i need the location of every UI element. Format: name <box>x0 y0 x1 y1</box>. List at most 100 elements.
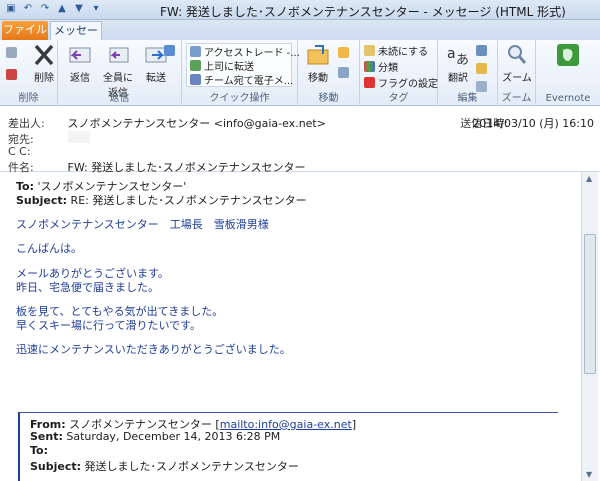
forwarded-header-block: From: スノボメンテナンスセンター [mailto:info@gaia-ex… <box>18 412 558 481</box>
delete-button[interactable]: 削除 <box>26 42 62 84</box>
group-quicksteps: アクセストレード -... 上司に転送 チーム宛て電子メ... クイック操作 <box>182 40 300 106</box>
fwd-subject-value: 発送しました･スノボメンテナンスセンター <box>84 460 299 473</box>
rules-icon <box>338 47 349 58</box>
quickstep-3[interactable]: チーム宛て電子メ... <box>190 73 294 87</box>
scrollbar-thumb[interactable] <box>584 234 596 374</box>
reply-button[interactable]: 返信 <box>62 42 98 84</box>
move-folder-icon <box>307 45 329 65</box>
rules-button[interactable] <box>338 46 349 59</box>
body-board-2: 早くスキー場に行って滑りたいです。 <box>16 319 202 332</box>
from-row: 差出人: スノボメンテナンスセンター <info@gaia-ex.net> <box>8 115 326 130</box>
translate-button[interactable]: aあ 翻訳 <box>440 42 476 84</box>
body-thanks-2: 昨日、宅急便で届きました。 <box>16 281 159 294</box>
message-header: 差出人: スノボメンテナンスセンター <info@gaia-ex.net> 送信… <box>0 106 600 174</box>
fwd-subject-line: Subject: 発送しました･スノボメンテナンスセンター <box>30 458 299 474</box>
up-arrow-icon[interactable]: ▲ <box>55 2 69 16</box>
evernote-elephant-icon <box>557 44 579 66</box>
reply-label: 返信 <box>70 73 90 84</box>
related-button[interactable] <box>476 62 487 75</box>
group-respond: 返信 全員に 返信 転送 返信 <box>58 40 182 106</box>
junk-button[interactable] <box>6 68 17 81</box>
from-value[interactable]: スノボメンテナンスセンター <info@gaia-ex.net> <box>68 117 326 130</box>
message-body[interactable]: To: 'スノボメンテナンスセンター' Subject: RE: 発送しました･… <box>8 172 578 481</box>
group-quicksteps-label: クイック操作 <box>209 93 270 104</box>
related-icon <box>476 63 487 74</box>
delete-x-icon <box>34 44 54 66</box>
mark-unread-icon <box>364 45 375 56</box>
sent-value: 2014/03/10 (月) 16:10 <box>472 117 594 130</box>
translate-icon: aあ <box>447 46 469 68</box>
redo-icon[interactable]: ↷ <box>38 2 52 16</box>
forward-label: 転送 <box>146 73 166 84</box>
quickstep-1-label: アクセストレード -... <box>204 48 300 59</box>
body-subject-label: Subject: <box>16 194 68 207</box>
group-move-label: 移動 <box>318 93 339 104</box>
undo-icon[interactable]: ↶ <box>21 2 35 16</box>
zoom-magnifier-icon <box>508 45 527 64</box>
find-binoculars-icon <box>476 45 487 56</box>
quickstep-3-label: チーム宛て電子メ... <box>204 76 294 87</box>
mark-unread-label: 未読にする <box>378 47 429 58</box>
followup-button[interactable]: フラグの設定 <box>364 76 438 90</box>
body-subject-value: RE: 発送しました･スノボメンテナンスセンター <box>70 194 307 207</box>
group-delete-label: 削除 <box>18 93 39 104</box>
fwd-to-line: To: <box>30 444 48 457</box>
meeting-button[interactable] <box>164 44 175 57</box>
reply-all-label-1: 全員に <box>103 73 133 84</box>
to-row: 宛先: <box>8 131 90 146</box>
body-hello: こんばんは。 <box>16 242 82 255</box>
actions-icon <box>338 67 349 78</box>
group-delete: 削除 削除 <box>0 40 58 106</box>
group-evernote-label: Evernote <box>545 93 591 104</box>
group-tags-label: タグ <box>388 93 409 104</box>
ribbon-tabs: ファイル メッセージ <box>0 20 600 55</box>
reply-icon <box>69 47 91 63</box>
title-bar: ▣ ↶ ↷ ▲ ▼ ▾ FW: 発送しました･スノボメンテナンスセンター - メ… <box>0 0 600 20</box>
group-evernote: Evernote <box>536 40 600 106</box>
categorize-label: 分類 <box>378 63 398 74</box>
save-icon[interactable]: ▣ <box>4 2 18 16</box>
group-editing: aあ 翻訳 編集 <box>438 40 498 106</box>
fwd-sent-line: Sent: Saturday, December 14, 2013 6:28 P… <box>30 430 280 443</box>
reply-all-icon <box>109 47 129 63</box>
junk-icon <box>6 69 17 80</box>
delete-label: 削除 <box>34 73 54 84</box>
down-arrow-icon[interactable]: ▼ <box>72 2 86 16</box>
meeting-icon <box>164 45 175 56</box>
move-button[interactable]: 移動 <box>300 42 336 84</box>
quickstep-1[interactable]: アクセストレード -... <box>190 45 300 59</box>
find-button[interactable] <box>476 44 487 57</box>
tab-message[interactable]: メッセージ <box>50 21 102 55</box>
window-title: FW: 発送しました･スノボメンテナンスセンター - メッセージ (HTML 形… <box>160 5 566 19</box>
scroll-up-icon[interactable]: ▲ <box>586 174 592 183</box>
actions-button[interactable] <box>338 66 349 79</box>
body-greeting-to: スノボメンテナンスセンター 工場長 雪板滑男様 <box>16 218 269 231</box>
vertical-scrollbar[interactable]: ▲ ▼ <box>581 172 598 481</box>
followup-label: フラグの設定 <box>378 79 438 90</box>
tab-file[interactable]: ファイル <box>2 21 48 40</box>
ribbon: 削除 削除 返信 全員に 返信 転送 返信 アクセストレード -... 上司に転… <box>0 40 600 106</box>
mark-unread-button[interactable]: 未読にする <box>364 44 429 58</box>
group-tags: 未読にする 分類 フラグの設定 タグ <box>360 40 438 106</box>
fwd-subject-label: Subject: <box>30 460 82 473</box>
quick-access-toolbar: ▣ ↶ ↷ ▲ ▼ ▾ <box>4 2 103 16</box>
to-value-redacted[interactable] <box>67 131 90 143</box>
categorize-button[interactable]: 分類 <box>364 60 398 74</box>
evernote-button[interactable] <box>550 42 586 69</box>
group-zoom-label: ズーム <box>501 93 532 104</box>
from-label: 差出人: <box>8 117 45 130</box>
translate-label: 翻訳 <box>448 73 468 84</box>
group-zoom: ズーム ズーム <box>498 40 536 106</box>
quickstep-3-icon <box>190 74 201 85</box>
cc-label: C C: <box>8 145 31 158</box>
group-respond-label: 返信 <box>109 93 130 104</box>
qat-customize-icon[interactable]: ▾ <box>89 2 103 16</box>
ignore-button[interactable] <box>6 46 17 59</box>
group-move: 移動 移動 <box>298 40 360 106</box>
quickstep-2-label: 上司に転送 <box>204 62 254 73</box>
subject-row: 件名: FW: 発送しました･スノボメンテナンスセンター <box>8 159 306 174</box>
fwd-sent-label: Sent: <box>30 430 63 443</box>
scroll-down-icon[interactable]: ▼ <box>586 470 592 479</box>
zoom-button[interactable]: ズーム <box>499 42 535 84</box>
quickstep-2[interactable]: 上司に転送 <box>190 59 254 73</box>
